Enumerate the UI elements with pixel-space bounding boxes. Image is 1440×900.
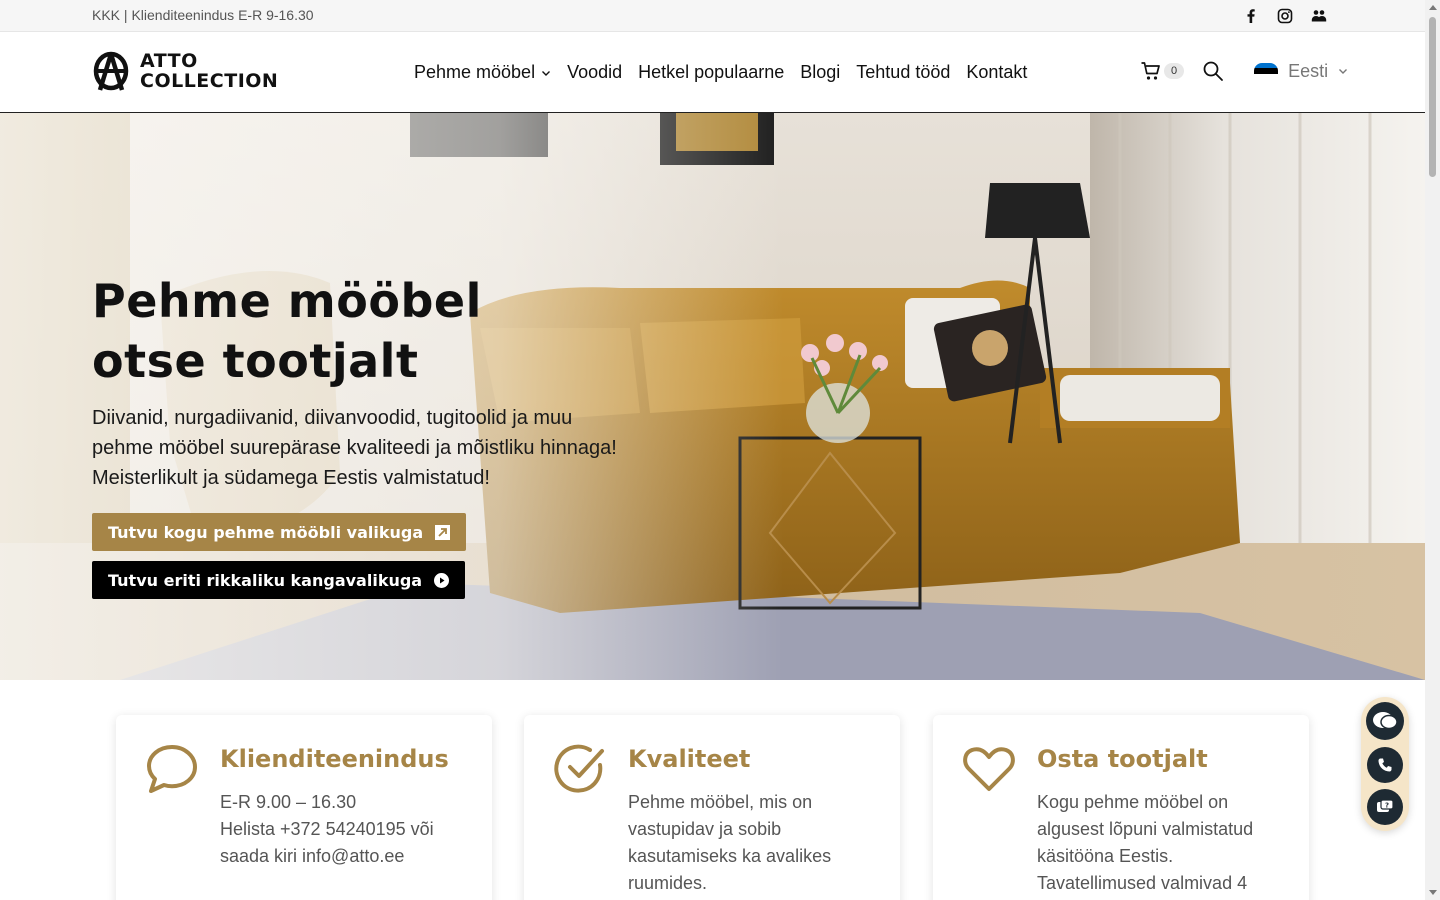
heart-icon (963, 747, 1015, 791)
feature-title: Klienditeenindus (220, 745, 449, 773)
features-section: Klienditeenindus E-R 9.00 – 16.30 Helist… (0, 680, 1425, 900)
browse-fabrics-label: Tutvu eriti rikkaliku kangavalikuga (108, 570, 423, 590)
phone-button[interactable] (1367, 747, 1403, 783)
message-icon: ? (1377, 799, 1394, 812)
svg-text:?: ? (1385, 802, 1389, 810)
live-chat-button[interactable] (1366, 702, 1404, 740)
message-button[interactable]: ? (1367, 789, 1403, 825)
hero-text-line-1: Diivanid, nurgadiivanid, diivanvoodid, t… (92, 407, 573, 429)
chevron-down-icon (1339, 69, 1348, 74)
cart-button[interactable]: 0 (1140, 60, 1185, 82)
nav-item-blog[interactable]: Blogi (800, 62, 840, 83)
logo-line-1: ATTO (140, 50, 198, 72)
feature-line: Helista +372 54240195 või (220, 819, 434, 839)
feature-title: Osta tootjalt (1037, 745, 1208, 773)
hero-text-line-3: Meisterlikult ja südamega Eestis valmist… (92, 467, 490, 489)
site-logo[interactable]: ATTO COLLECTION (92, 50, 278, 92)
hero-title: Pehme mööbel otse tootjalt (92, 271, 652, 391)
cart-count-badge: 0 (1164, 63, 1185, 79)
chevron-down-icon (542, 70, 551, 76)
facebook-icon[interactable] (1243, 8, 1259, 24)
external-link-icon (435, 524, 451, 540)
page-scrollbar[interactable] (1425, 0, 1440, 900)
top-bar: KKK | Klienditeenindus E-R 9-16.30 (0, 0, 1425, 32)
feature-body: E-R 9.00 – 16.30 Helista +372 54240195 v… (220, 789, 470, 870)
hero-title-line-2: otse tootjalt (92, 334, 419, 388)
browse-soft-furniture-button[interactable]: Tutvu kogu pehme mööbli valikuga (92, 513, 467, 551)
scroll-up-arrow[interactable] (1429, 5, 1437, 10)
chat-icon (1373, 712, 1398, 730)
feature-card-buy-from-maker: Osta tootjalt Kogu pehme mööbel on algus… (933, 715, 1309, 900)
feature-title: Kvaliteet (628, 745, 751, 773)
nav-item-label: Pehme mööbel (414, 62, 536, 82)
top-bar-separator: | (123, 7, 128, 23)
main-nav: Pehme mööbel Voodid Hetkel populaarne Bl… (414, 62, 1027, 83)
feature-line: E-R 9.00 – 16.30 (220, 792, 357, 812)
hero-banner: Pehme mööbel otse tootjalt Diivanid, nur… (0, 113, 1425, 680)
hero-title-line-1: Pehme mööbel (92, 274, 482, 328)
nav-item-beds[interactable]: Voodid (567, 62, 622, 83)
feature-line: ruumides. (628, 873, 708, 893)
feature-card-quality: Kvaliteet Pehme mööbel, mis on vastupida… (524, 715, 900, 900)
top-bar-info: KKK | Klienditeenindus E-R 9-16.30 (92, 7, 314, 23)
scroll-down-arrow[interactable] (1429, 890, 1437, 895)
contact-widget: ? (1361, 697, 1409, 831)
scrollbar-thumb[interactable] (1429, 17, 1436, 177)
search-icon[interactable] (1202, 60, 1224, 82)
logo-text: ATTO COLLECTION (140, 51, 278, 91)
feature-line: algusest lõpuni valmistatud (1037, 819, 1254, 839)
browse-soft-furniture-label: Tutvu kogu pehme mööbli valikuga (108, 522, 424, 542)
feature-body: Pehme mööbel, mis on vastupidav ja sobib… (628, 789, 878, 897)
feature-line: Pehme mööbel, mis on (628, 792, 813, 812)
hero-description: Diivanid, nurgadiivanid, diivanvoodid, t… (92, 403, 652, 493)
social-links (1243, 8, 1327, 24)
chat-bubble-icon (147, 745, 197, 793)
browse-fabrics-button[interactable]: Tutvu eriti rikkaliku kangavalikuga (92, 561, 466, 599)
feature-body: Kogu pehme mööbel on algusest lõpuni val… (1037, 789, 1287, 897)
header-actions: 0 Eesti (1140, 60, 1348, 82)
nav-item-portfolio[interactable]: Tehtud tööd (856, 62, 950, 83)
feature-line: vastupidav ja sobib (628, 819, 782, 839)
feature-line: Tavatellimused valmivad 4 (1037, 873, 1248, 893)
phone-icon (1378, 758, 1392, 772)
nav-item-contact[interactable]: Kontakt (966, 62, 1027, 83)
language-selector[interactable]: Eesti (1254, 61, 1348, 82)
feature-line: saada kiri info@atto.ee (220, 846, 405, 866)
check-circle-icon (554, 744, 604, 793)
nav-item-soft-furniture[interactable]: Pehme mööbel (414, 62, 551, 83)
atto-logo-icon (93, 51, 129, 91)
service-hours: Klienditeenindus E-R 9-16.30 (131, 7, 314, 23)
feature-line: käsitööna Eestis. (1037, 846, 1174, 866)
language-label: Eesti (1288, 60, 1329, 81)
cart-icon (1141, 62, 1160, 80)
community-icon[interactable] (1311, 8, 1327, 24)
site-header: ATTO COLLECTION Pehme mööbel Voodid Hetk… (0, 32, 1425, 113)
feature-card-customer-service: Klienditeenindus E-R 9.00 – 16.30 Helist… (116, 715, 492, 900)
play-circle-icon (434, 572, 450, 588)
nav-item-popular[interactable]: Hetkel populaarne (638, 62, 784, 83)
estonia-flag-icon (1254, 63, 1279, 79)
logo-line-2: COLLECTION (140, 70, 279, 92)
faq-link[interactable]: KKK (92, 7, 120, 23)
instagram-icon[interactable] (1277, 8, 1293, 24)
feature-line: Kogu pehme mööbel on (1037, 792, 1229, 812)
hero-text-line-2: pehme mööbel suurepärase kvaliteedi ja m… (92, 437, 617, 459)
feature-line: kasutamiseks ka avalikes (628, 846, 832, 866)
